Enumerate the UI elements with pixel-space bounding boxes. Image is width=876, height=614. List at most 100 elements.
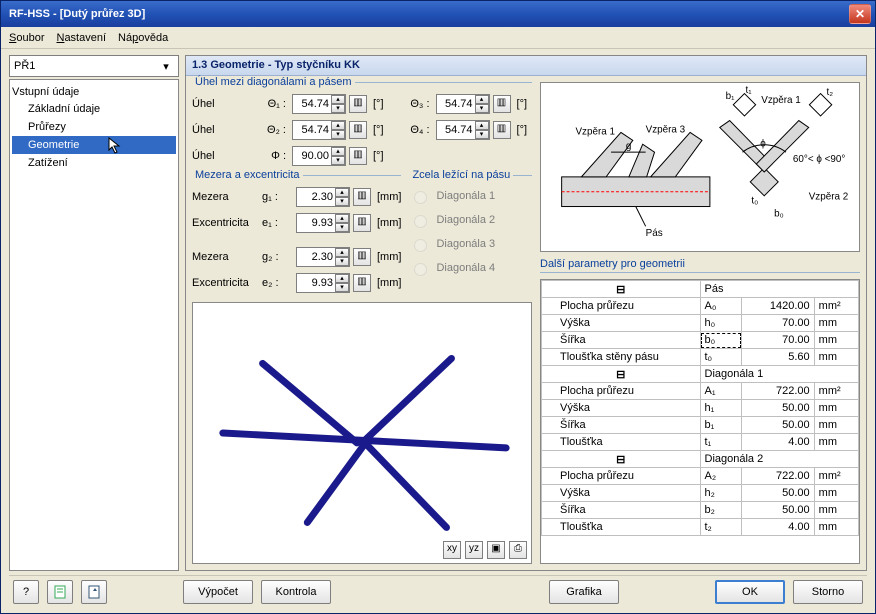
group-zcela: Zcela ležící na pásu Diagonála 1Diagonál… [409, 175, 532, 296]
pick-angle-button[interactable]: ▥ [349, 147, 367, 165]
unit-deg: [°] [373, 124, 384, 136]
spin-down[interactable]: ▾ [331, 130, 345, 139]
pick-angle-button[interactable]: ▥ [349, 95, 367, 113]
param-name: Plocha průřezu [542, 468, 701, 485]
help-button[interactable]: ? [13, 580, 39, 604]
menu-help[interactable]: Nápověda [118, 32, 168, 44]
pick-button[interactable]: ▥ [353, 214, 371, 232]
spin-up[interactable]: ▴ [331, 95, 345, 104]
theta3-input[interactable] [437, 97, 475, 111]
lbl-b0: b₀ [774, 208, 784, 219]
gap-input-3[interactable] [297, 276, 335, 290]
pick-angle-button[interactable]: ▥ [349, 121, 367, 139]
spin-up[interactable]: ▴ [331, 121, 345, 130]
spin-down[interactable]: ▾ [475, 130, 489, 139]
param-val[interactable]: 5.60 [742, 349, 814, 366]
param-val[interactable]: 70.00 [742, 315, 814, 332]
spin-down[interactable]: ▾ [335, 283, 349, 292]
param-val[interactable]: 50.00 [742, 400, 814, 417]
zcela-opt: Diagonála 2 [436, 214, 495, 226]
param-name: Tloušťka stěny pásu [542, 349, 701, 366]
case-selector[interactable]: PŘ1 ▾ [9, 55, 179, 77]
tree-item-basic[interactable]: Základní údaje [12, 100, 176, 118]
param-val[interactable]: 70.00 [742, 332, 814, 349]
spin-up[interactable]: ▴ [335, 188, 349, 197]
tree-root[interactable]: Vstupní údaje [12, 84, 176, 100]
spin-up[interactable]: ▴ [335, 214, 349, 223]
view-yz-button[interactable]: yz [465, 541, 483, 559]
lbl-vzpera2: Vzpěra 2 [809, 192, 849, 203]
spin-down[interactable]: ▾ [335, 197, 349, 206]
params-table[interactable]: ⊟PásPlocha průřezuA₀1420.00mm²Výškah₀70.… [540, 279, 860, 564]
spin-down[interactable]: ▾ [335, 257, 349, 266]
spin-down[interactable]: ▾ [335, 223, 349, 232]
param-val[interactable]: 4.00 [742, 519, 814, 536]
compute-button[interactable]: Výpočet [183, 580, 253, 604]
param-val[interactable]: 50.00 [742, 417, 814, 434]
param-group: Pás [700, 281, 859, 298]
spin-down[interactable]: ▾ [331, 156, 345, 165]
spin-up[interactable]: ▴ [335, 274, 349, 283]
check-button[interactable]: Kontrola [261, 580, 331, 604]
tree-item-loading[interactable]: Zatížení [12, 154, 176, 172]
gap-label: Mezera [192, 191, 256, 203]
lbl-t0: t₀ [751, 196, 758, 207]
param-val[interactable]: 722.00 [742, 383, 814, 400]
spin-up[interactable]: ▴ [335, 248, 349, 257]
theta2-input[interactable] [293, 123, 331, 137]
spin-down[interactable]: ▾ [475, 104, 489, 113]
lbl-anglenote: 60°< ϕ <90° [793, 154, 845, 165]
spin-up[interactable]: ▴ [475, 121, 489, 130]
collapse-icon[interactable]: ⊟ [542, 281, 701, 298]
pick-button[interactable]: ▥ [353, 248, 371, 266]
pane-header: 1.3 Geometrie - Typ styčníku KK [186, 56, 866, 76]
spin-down[interactable]: ▾ [331, 104, 345, 113]
storno-button[interactable]: Storno [793, 580, 863, 604]
pick-angle-button[interactable]: ▥ [493, 95, 511, 113]
param-sym: A₀ [700, 298, 742, 315]
lbl-vzpera1b: Vzpěra 1 [761, 95, 801, 106]
case-selector-value: PŘ1 [14, 60, 35, 72]
gap-sym: g₂ : [262, 251, 290, 263]
pick-button[interactable]: ▥ [353, 274, 371, 292]
grafik-button[interactable]: Grafika [549, 580, 619, 604]
param-val[interactable]: 50.00 [742, 502, 814, 519]
param-val[interactable]: 50.00 [742, 485, 814, 502]
menu-settings[interactable]: Nastavení [56, 32, 106, 44]
param-sym: b₁ [700, 417, 742, 434]
menu-file[interactable]: Soubor [9, 32, 44, 44]
pick-angle-button[interactable]: ▥ [493, 121, 511, 139]
param-val[interactable]: 1420.00 [742, 298, 814, 315]
param-val[interactable]: 722.00 [742, 468, 814, 485]
gap-label: Mezera [192, 251, 256, 263]
theta1-input[interactable] [293, 97, 331, 111]
collapse-icon[interactable]: ⊟ [542, 451, 701, 468]
view-iso-button[interactable]: ▣ [487, 541, 505, 559]
close-button[interactable]: ✕ [849, 4, 871, 24]
param-name: Tloušťka [542, 434, 701, 451]
tree-item-sections[interactable]: Průřezy [12, 118, 176, 136]
tree-item-geometry[interactable]: Geometrie [12, 136, 176, 154]
collapse-icon[interactable]: ⊟ [542, 366, 701, 383]
export-button[interactable] [81, 580, 107, 604]
view-print-button[interactable]: ⎙ [509, 541, 527, 559]
gap-input-2[interactable] [297, 250, 335, 264]
param-name: Šířka [542, 502, 701, 519]
spin-up[interactable]: ▴ [475, 95, 489, 104]
param-unit: mm² [814, 383, 858, 400]
nav-tree[interactable]: Vstupní údaje Základní údaje Průřezy Geo… [9, 79, 179, 571]
gap-input-0[interactable] [297, 190, 335, 204]
param-val[interactable]: 4.00 [742, 434, 814, 451]
preview-3d[interactable]: xy yz ▣ ⎙ [192, 302, 532, 564]
param-sym: t₁ [700, 434, 742, 451]
spin-up[interactable]: ▴ [331, 147, 345, 156]
phi-input[interactable] [293, 149, 331, 163]
view-xy-button[interactable]: xy [443, 541, 461, 559]
gap-input-1[interactable] [297, 216, 335, 230]
window-title: RF-HSS - [Dutý průřez 3D] [9, 8, 849, 20]
ok-button[interactable]: OK [715, 580, 785, 604]
report-button[interactable] [47, 580, 73, 604]
pick-button[interactable]: ▥ [353, 188, 371, 206]
param-sym: b₀ [700, 332, 742, 349]
theta4-input[interactable] [437, 123, 475, 137]
